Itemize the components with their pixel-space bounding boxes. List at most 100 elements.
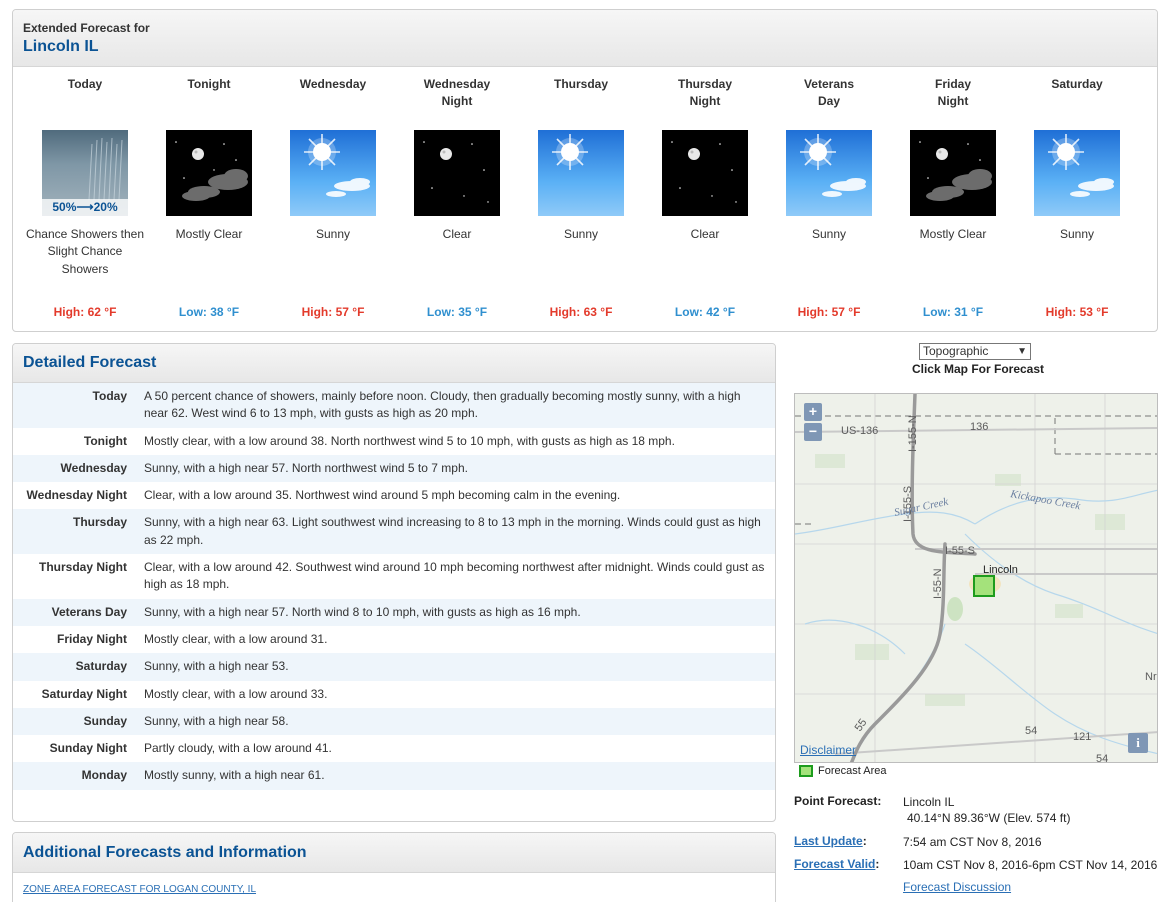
zoom-out-button[interactable]: − bbox=[804, 423, 822, 441]
forecast-period-wednesday[interactable]: Wednesday Sunny High: 57 °F bbox=[271, 76, 395, 319]
forecast-period-friday-night[interactable]: Friday Night Mostly Clear Low: 31 °F bbox=[891, 76, 1015, 319]
location-title: Lincoln IL bbox=[23, 38, 99, 55]
period-name: Tonight bbox=[187, 77, 231, 91]
detail-label: Thursday bbox=[72, 515, 127, 530]
map-type-value: Topographic bbox=[923, 344, 989, 358]
clear-night-icon bbox=[662, 130, 748, 216]
period-short-forecast: Sunny bbox=[315, 227, 351, 241]
period-name: Wednesday bbox=[299, 77, 367, 91]
chevron-down-icon: ▼ bbox=[1017, 346, 1027, 357]
detail-row-thursday-night: Thursday Night Clear, with a low around 4… bbox=[13, 554, 775, 599]
forecast-period-veterans-day[interactable]: Veterans Day Sunny High: 57 °F bbox=[767, 76, 891, 319]
detail-text: Clear, with a low around 35. Northwest w… bbox=[144, 488, 621, 503]
detail-text: A 50 percent chance of showers, mainly b… bbox=[144, 389, 741, 421]
period-name: Saturday bbox=[1051, 77, 1103, 91]
detail-row-wednesday: Wednesday Sunny, with a high near 57. Nor… bbox=[13, 454, 775, 483]
period-short-forecast: Clear bbox=[442, 227, 472, 241]
forecast-discussion-link[interactable]: Forecast Discussion bbox=[903, 880, 1011, 894]
disclaimer-link[interactable]: Disclaimer bbox=[800, 743, 856, 757]
map-label: 54 bbox=[1025, 725, 1037, 737]
detail-text: Sunny, with a high near 57. North wind 8… bbox=[144, 604, 581, 619]
detail-row-tonight: Tonight Mostly clear, with a low around 3… bbox=[13, 428, 775, 455]
detail-text: Clear, with a low around 42. Southwest w… bbox=[144, 560, 765, 592]
period-temperature: Low: 35 °F bbox=[426, 305, 488, 319]
map-label: I-55-N bbox=[932, 568, 944, 599]
map-legend: Forecast Area bbox=[799, 765, 886, 777]
detail-label: Friday Night bbox=[56, 631, 127, 646]
map-label: 121 bbox=[1073, 731, 1091, 743]
detail-label: Wednesday bbox=[60, 460, 127, 475]
detail-text: Mostly sunny, with a high near 61. bbox=[144, 768, 325, 783]
detail-text: Sunny, with a high near 63. Light southw… bbox=[144, 515, 761, 547]
detail-label: Veterans Day bbox=[51, 604, 127, 619]
last-update-link[interactable]: Last Update bbox=[794, 834, 863, 848]
map-label: Nr bbox=[1145, 671, 1157, 683]
detail-text: Partly cloudy, with a low around 41. bbox=[144, 741, 332, 756]
detail-label: Wednesday Night bbox=[26, 488, 127, 503]
sunny-icon bbox=[538, 130, 624, 216]
detail-label: Tonight bbox=[83, 433, 127, 448]
period-name: Today bbox=[67, 77, 103, 91]
map-label: I-155-N bbox=[907, 415, 919, 452]
period-short-forecast: Sunny bbox=[563, 227, 599, 241]
sunny-icon bbox=[786, 130, 872, 216]
detail-text: Mostly clear, with a low around 33. bbox=[144, 686, 328, 701]
detail-label: Saturday bbox=[75, 659, 127, 674]
detail-label: Monday bbox=[81, 768, 127, 783]
zoom-in-button[interactable]: + bbox=[804, 403, 822, 421]
extended-forecast-panel: Extended Forecast for Lincoln IL Today 5… bbox=[12, 9, 1158, 332]
map-background: US-136 136 I-55-S 54 54 121 Nr 55 I-155-… bbox=[795, 394, 1157, 762]
detail-label: Today bbox=[92, 389, 127, 403]
period-name: Veterans Day bbox=[803, 77, 855, 108]
map-type-select[interactable]: Topographic ▼ bbox=[919, 343, 1031, 360]
detail-row-friday-night: Friday Night Mostly clear, with a low aro… bbox=[13, 626, 775, 653]
detailed-forecast-title: Detailed Forecast bbox=[13, 344, 775, 383]
period-short-forecast: Sunny bbox=[811, 227, 847, 241]
forecast-period-saturday[interactable]: Saturday Sunny High: 53 °F bbox=[1015, 76, 1139, 319]
forecast-period-thursday[interactable]: Thursday Sunny High: 63 °F bbox=[519, 76, 643, 319]
forecast-period-today[interactable]: Today 50%⟶20% Chance Showers then Slight… bbox=[23, 76, 147, 319]
period-temperature: Low: 31 °F bbox=[922, 305, 984, 319]
mostly-clear-night-icon bbox=[910, 130, 996, 216]
detail-row-saturday: Saturday Sunny, with a high near 53. bbox=[13, 653, 775, 681]
forecast-area-marker[interactable] bbox=[973, 575, 995, 597]
period-temperature: High: 57 °F bbox=[797, 305, 861, 319]
detail-text: Sunny, with a high near 58. bbox=[144, 713, 289, 728]
forecast-map[interactable]: US-136 136 I-55-S 54 54 121 Nr 55 I-155-… bbox=[794, 393, 1158, 763]
map-caption: Click Map For Forecast bbox=[911, 362, 1045, 376]
info-icon[interactable]: i bbox=[1128, 733, 1148, 753]
last-update-colon: : bbox=[862, 834, 867, 848]
detail-text: Mostly clear, with a low around 38. Nort… bbox=[144, 433, 675, 448]
forecast-valid-colon: : bbox=[875, 857, 880, 871]
forecast-period-thursday-night[interactable]: Thursday Night Clear Low: 42 °F bbox=[643, 76, 767, 319]
detail-row-sunday: Sunday Sunny, with a high near 58. bbox=[13, 707, 775, 736]
last-update-row: Last Update: bbox=[794, 834, 867, 848]
detail-label: Sunday bbox=[83, 713, 127, 728]
period-short-forecast: Chance Showers then Slight Chance Shower… bbox=[25, 227, 145, 276]
map-label: I-55-S bbox=[945, 545, 975, 557]
period-short-forecast: Sunny bbox=[1059, 227, 1095, 241]
forecast-area-swatch bbox=[799, 765, 813, 777]
zone-forecast-link[interactable]: ZONE AREA FORECAST FOR LOGAN COUNTY, IL bbox=[23, 884, 256, 895]
extended-forecast-header: Extended Forecast for Lincoln IL bbox=[13, 10, 1157, 67]
detailed-forecast-panel: Detailed Forecast Today A 50 percent chan… bbox=[12, 343, 776, 822]
detail-row-monday: Monday Mostly sunny, with a high near 61. bbox=[13, 762, 775, 790]
forecast-period-wednesday-night[interactable]: Wednesday Night Clear Low: 35 °F bbox=[395, 76, 519, 319]
forecast-period-tonight[interactable]: Tonight Mostly Clear Low: 38 °F bbox=[147, 76, 271, 319]
map-label: US-136 bbox=[841, 425, 878, 437]
forecast-valid-row: Forecast Valid: bbox=[794, 857, 879, 871]
period-temperature: Low: 42 °F bbox=[674, 305, 736, 319]
period-short-forecast: Mostly Clear bbox=[175, 227, 243, 241]
detail-row-today: Today A 50 percent chance of showers, mai… bbox=[13, 383, 775, 428]
period-temperature: High: 53 °F bbox=[1045, 305, 1109, 319]
extended-forecast-label: Extended Forecast for bbox=[23, 21, 150, 35]
period-temperature: Low: 38 °F bbox=[178, 305, 240, 319]
point-forecast-place: Lincoln IL bbox=[903, 795, 955, 809]
mostly-clear-night-icon bbox=[166, 130, 252, 216]
point-coordinates: 40.14°N 89.36°W (Elev. 574 ft) bbox=[907, 811, 1071, 825]
detail-row-thursday: Thursday Sunny, with a high near 63. Ligh… bbox=[13, 509, 775, 555]
period-name: Thursday bbox=[553, 77, 608, 91]
forecast-valid-link[interactable]: Forecast Valid bbox=[794, 857, 875, 871]
detail-row-saturday-night: Saturday Night Mostly clear, with a low a… bbox=[13, 681, 775, 708]
period-temperature: High: 57 °F bbox=[301, 305, 365, 319]
